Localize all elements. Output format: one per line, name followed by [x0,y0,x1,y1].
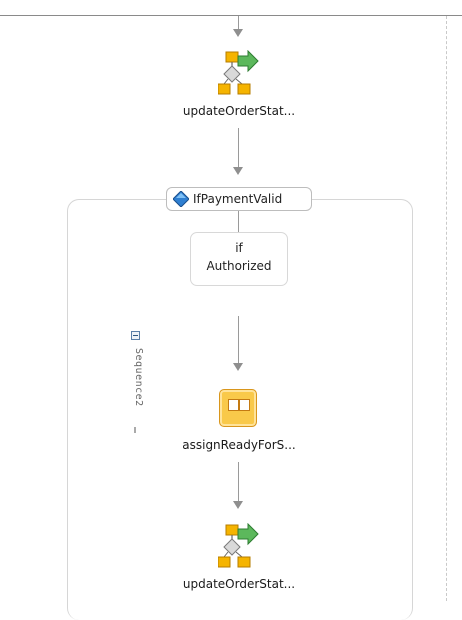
invoke-activity-bottom[interactable] [217,522,260,571]
connector-line [238,316,239,364]
switch-label: IfPaymentValid [193,192,283,206]
switch-diamond-icon [173,191,189,207]
connector-line [238,16,239,30]
sequence-marker [134,427,136,433]
connector-arrow [233,29,243,37]
case-authorized[interactable]: if Authorized [190,232,288,286]
case-label-line2: Authorized [206,259,272,273]
assign-label[interactable]: assignReadyForS... [150,438,328,452]
sequence-label: Sequence2 [133,348,144,407]
swimlane-divider [446,16,447,601]
connector-arrow [233,363,243,371]
assign-icon[interactable] [219,389,257,427]
switch-header[interactable]: IfPaymentValid [166,187,312,211]
invoke-top-label[interactable]: updateOrderStat... [150,104,328,118]
connector-line [238,462,239,502]
connector-line [238,128,239,168]
invoke-bottom-label[interactable]: updateOrderStat... [150,577,328,591]
invoke-activity-top[interactable] [217,49,260,98]
connector-arrow [233,501,243,509]
connector-line [238,211,239,232]
connector-arrow [233,167,243,175]
assign-doc-left [228,399,239,411]
assign-doc-right [239,399,250,411]
invoke-icon [217,522,259,568]
collapse-sequence-button[interactable] [131,331,140,340]
invoke-icon [217,49,259,95]
case-label-line1: if [235,241,243,255]
canvas-top-border [0,15,462,16]
